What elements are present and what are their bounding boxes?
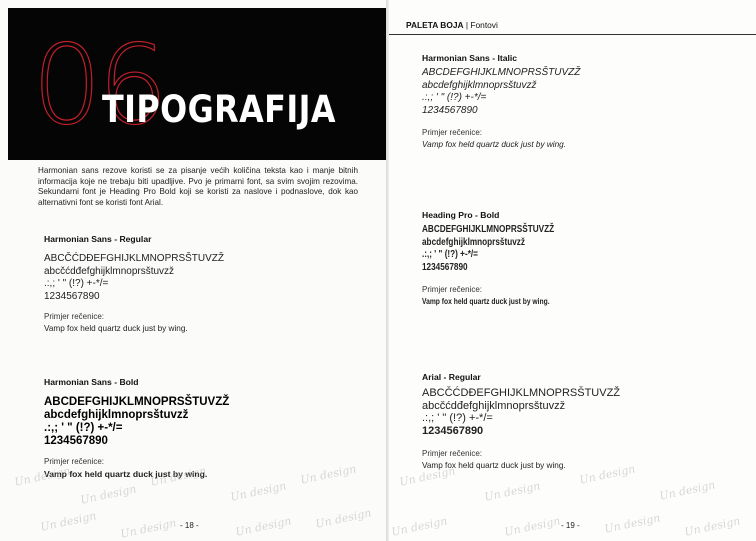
page-number: - 19 -: [561, 521, 580, 530]
specimen-heading: Harmonian Sans - Regular: [44, 234, 152, 244]
specimen-uppercase: ABCDEFGHIJKLMNOPRSŠTUVZŽ: [422, 67, 581, 78]
specimen-symbols: .:,; ' " (!?) +-*/=: [422, 412, 493, 424]
specimen-digits: 1234567890: [44, 290, 100, 302]
specimen-symbols: .:,; ' " (!?) +-*/=: [422, 249, 478, 260]
specimen-symbols: .:,; ' " (!?) +-*/=: [44, 278, 109, 289]
specimen-uppercase: ABCČĆDĐEFGHIJKLMNOPRSŠTUVZŽ: [422, 387, 621, 399]
header-rule: [389, 34, 756, 35]
font-specimen-heading-pro-bold: Heading Pro - Bold ABCDEFGHIJKLMNOPRSŠTU…: [422, 210, 583, 306]
sample-label: Primjer rečenice:: [422, 128, 483, 137]
watermark: Un design: [79, 482, 138, 507]
specimen-uppercase: ABCDEFGHIJKLMNOPRSŠTUVZŽ: [44, 396, 230, 408]
right-page: PALETA BOJA | Fontovi Harmonian Sans - I…: [389, 0, 756, 541]
chapter-title: TIPOGRAFIJA: [102, 88, 336, 131]
specimen-digits: 1234567890: [422, 104, 478, 116]
watermark: Un design: [234, 514, 293, 539]
left-page: 06 TIPOGRAFIJA Harmonian sans rezove kor…: [0, 0, 386, 541]
watermark: Un design: [658, 478, 717, 503]
font-specimen-harmonian-bold: Harmonian Sans - Bold ABCDEFGHIJKLMNOPRS…: [44, 377, 229, 479]
sample-label: Primjer rečenice:: [422, 285, 483, 294]
specimen-uppercase: ABCČĆDĐEFGHIJKLMNOPRSŠTUVZŽ: [44, 253, 225, 264]
specimen-lowercase: abcdefghijklmnoprsštuvzž: [422, 79, 537, 91]
watermark: Un design: [603, 511, 662, 536]
running-header: PALETA BOJA | Fontovi: [406, 20, 498, 30]
specimen-heading: Harmonian Sans - Italic: [422, 53, 518, 63]
header-section: PALETA BOJA: [406, 20, 464, 30]
sample-sentence: Vamp fox held quartz duck just by wing.: [422, 140, 566, 149]
font-specimen-harmonian-regular: Harmonian Sans - Regular ABCČĆDĐEFGHIJKL…: [44, 234, 224, 333]
specimen-heading: Harmonian Sans - Bold: [44, 377, 139, 387]
header-subsection: Fontovi: [470, 20, 498, 30]
watermark: Un design: [503, 514, 562, 539]
specimen-lowercase: abcdefghijklmnoprsštuvzž: [44, 409, 189, 421]
sample-label: Primjer rečenice:: [44, 312, 105, 321]
sample-sentence: Vamp fox held quartz duck just by wing.: [422, 297, 550, 306]
watermark: Un design: [229, 479, 288, 504]
font-specimen-harmonian-italic: Harmonian Sans - Italic ABCDEFGHIJKLMNOP…: [422, 53, 580, 149]
watermark: Un design: [39, 509, 98, 534]
page-number: - 18 -: [180, 521, 199, 530]
watermark: Un design: [299, 462, 358, 487]
specimen-digits: 1234567890: [422, 261, 468, 273]
specimen-lowercase: abcdefghijklmnoprsštuvzž: [422, 236, 525, 248]
font-specimen-arial-regular: Arial - Regular ABCČĆDĐEFGHIJKLMNOPRSŠTU…: [422, 372, 620, 470]
specimen-uppercase: ABCDEFGHIJKLMNOPRSŠTUVZŽ: [422, 224, 555, 235]
intro-paragraph: Harmonian sans rezove koristi se za pisa…: [38, 166, 358, 207]
specimen-symbols: .:,; ' " (!?) +-*/=: [422, 92, 487, 103]
chapter-hero: 06 TIPOGRAFIJA: [8, 8, 386, 160]
specimen-digits: 1234567890: [44, 435, 108, 447]
watermark: Un design: [683, 514, 742, 539]
specimen-symbols: .:,; ' " (!?) +-*/=: [44, 422, 123, 434]
watermark: Un design: [119, 516, 178, 541]
sample-sentence: Vamp fox held quartz duck just by wing.: [44, 324, 188, 333]
watermark: Un design: [13, 464, 72, 489]
sample-label: Primjer rečenice:: [422, 449, 483, 458]
watermark: Un design: [483, 479, 542, 504]
specimen-lowercase: abcčćdđefghijklmnoprsštuvzž: [44, 265, 175, 277]
watermark: Un design: [390, 514, 449, 539]
specimen-lowercase: abcčćdđefghijklmnoprsštuvzž: [422, 399, 566, 412]
specimen-digits: 1234567890: [422, 424, 484, 437]
specimen-heading: Heading Pro - Bold: [422, 210, 500, 220]
specimen-heading: Arial - Regular: [422, 372, 481, 382]
watermark: Un design: [314, 506, 373, 531]
